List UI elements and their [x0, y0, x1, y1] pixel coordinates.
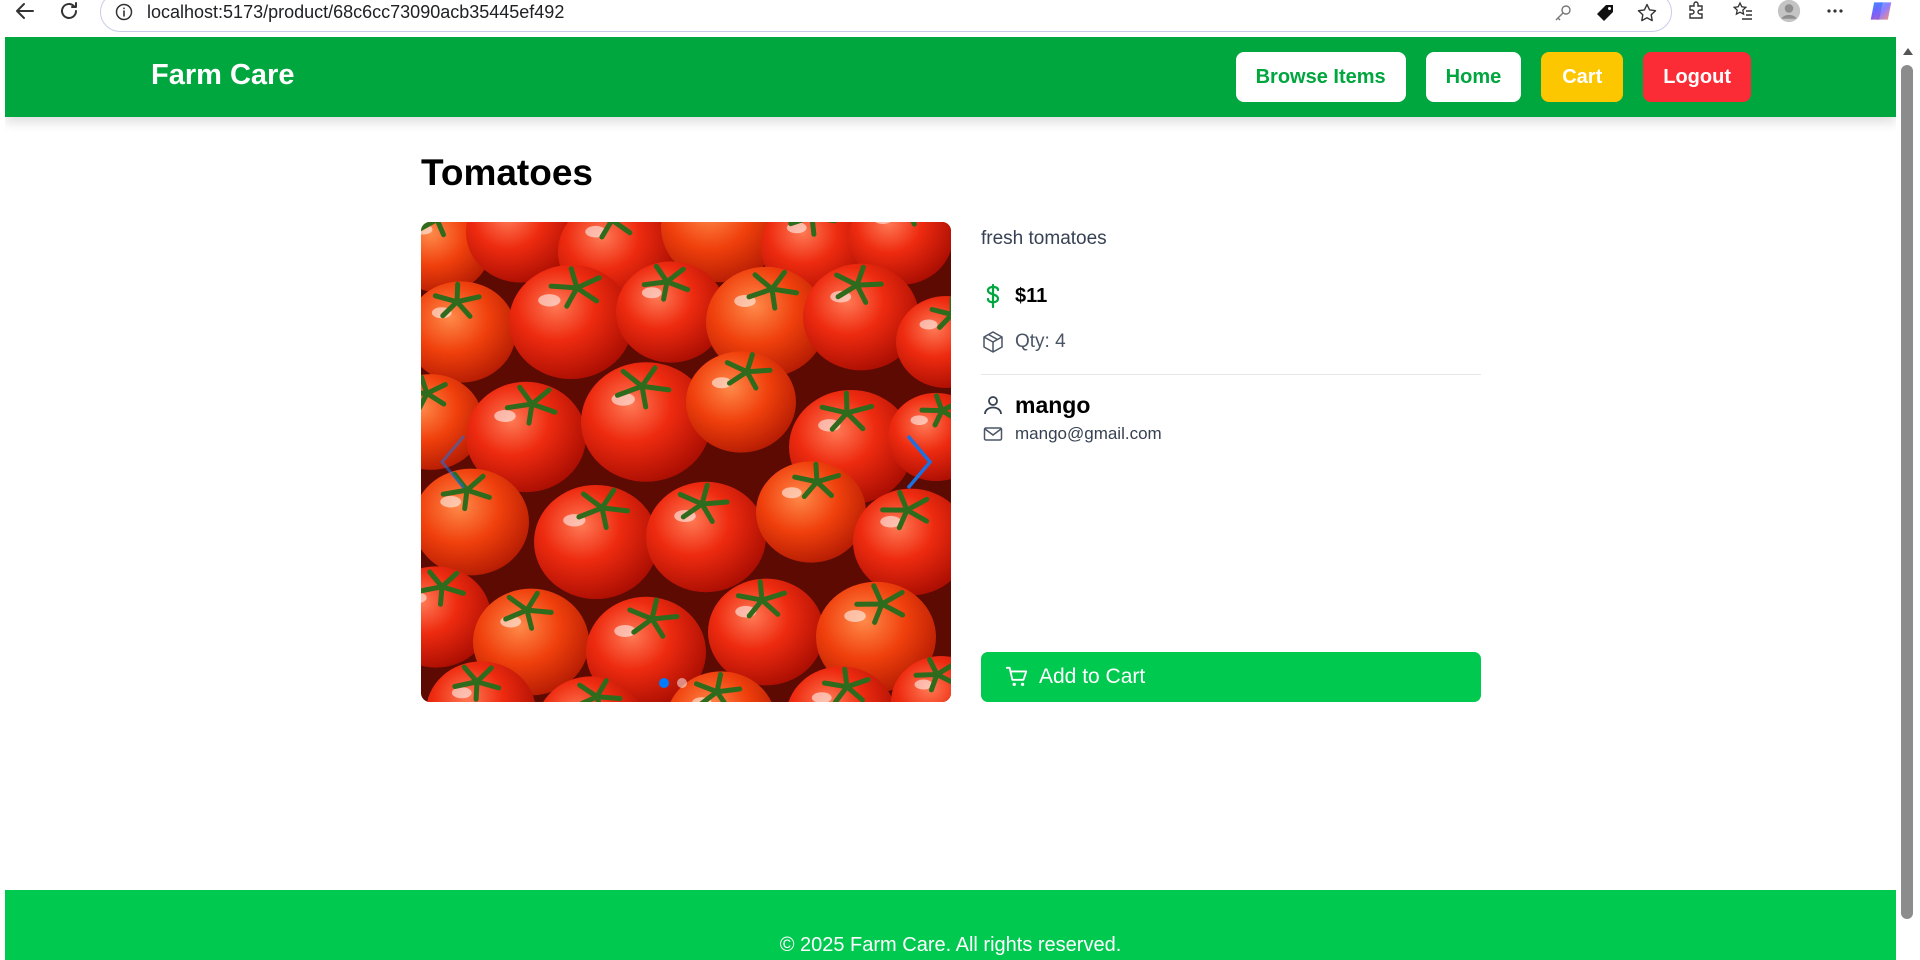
cart-button[interactable]: Cart	[1541, 52, 1624, 102]
product-description: fresh tomatoes	[981, 228, 1107, 249]
url-text[interactable]: localhost:5173/product/68c6cc73090acb354…	[147, 2, 564, 23]
seller-email: mango@gmail.com	[1015, 424, 1162, 443]
carousel-dots	[659, 678, 687, 688]
brand-logo[interactable]: Farm Care	[151, 59, 294, 92]
favorites-icon[interactable]	[1731, 0, 1755, 23]
user-icon	[981, 393, 1005, 417]
carousel-next-arrow[interactable]	[899, 432, 939, 492]
quantity-row: Qty: 4	[981, 328, 1481, 356]
product-quantity: Qty: 4	[1015, 331, 1066, 352]
reload-icon[interactable]	[54, 0, 84, 26]
product-title: Tomatoes	[421, 152, 594, 193]
seller-name: mango	[1015, 391, 1091, 418]
mail-icon	[981, 422, 1005, 446]
image-carousel[interactable]	[421, 222, 951, 702]
address-bar[interactable]: localhost:5173/product/68c6cc73090acb354…	[100, 0, 1672, 32]
site-info-icon[interactable]	[115, 3, 133, 21]
add-to-cart-label: Add to Cart	[1039, 665, 1146, 688]
main-nav: Browse Items Home Cart Logout	[1235, 52, 1751, 102]
package-icon	[981, 330, 1005, 354]
product-price: $11	[1015, 284, 1048, 307]
more-icon[interactable]	[1823, 0, 1847, 23]
app-viewport: Farm Care Browse Items Home Cart Logout …	[5, 37, 1896, 960]
home-button[interactable]: Home	[1425, 52, 1522, 102]
product-content: fresh tomatoes $11 Qty: 4 mango mango@gm…	[421, 222, 1487, 702]
star-icon[interactable]	[1635, 1, 1659, 25]
details-divider	[981, 374, 1481, 375]
scroll-up-icon[interactable]	[1902, 43, 1914, 61]
site-footer: © 2025 Farm Care. All rights reserved.	[5, 890, 1896, 960]
carousel-dot-2[interactable]	[677, 678, 687, 688]
product-image	[421, 222, 951, 702]
key-icon[interactable]	[1551, 1, 1575, 25]
profile-icon[interactable]	[1777, 0, 1801, 23]
product-page: Tomatoes fresh tomatoes $11 Qty: 4 mango…	[421, 150, 1487, 702]
cart-icon	[1005, 665, 1029, 689]
product-details: fresh tomatoes $11 Qty: 4 mango mango@gm…	[981, 222, 1481, 702]
logout-button[interactable]: Logout	[1643, 52, 1751, 102]
tag-icon[interactable]	[1593, 1, 1617, 25]
price-row: $11	[981, 280, 1481, 312]
page-scrollbar[interactable]	[1896, 37, 1920, 960]
browser-toolbar: localhost:5173/product/68c6cc73090acb354…	[0, 0, 1920, 37]
email-row: mango@gmail.com	[981, 422, 1481, 446]
footer-copyright: © 2025 Farm Care. All rights reserved.	[779, 933, 1122, 956]
copilot-icon[interactable]	[1869, 0, 1893, 23]
scroll-thumb[interactable]	[1901, 65, 1913, 919]
browse-items-button[interactable]: Browse Items	[1235, 52, 1406, 102]
add-to-cart-button[interactable]: Add to Cart	[981, 652, 1481, 702]
carousel-dot-1[interactable]	[659, 678, 669, 688]
back-icon[interactable]	[10, 0, 40, 26]
dollar-icon	[981, 283, 1005, 309]
site-header: Farm Care Browse Items Home Cart Logout	[5, 37, 1896, 117]
carousel-prev-arrow[interactable]	[433, 432, 473, 492]
seller-row: mango	[981, 390, 1481, 420]
extensions-icon[interactable]	[1685, 0, 1709, 23]
